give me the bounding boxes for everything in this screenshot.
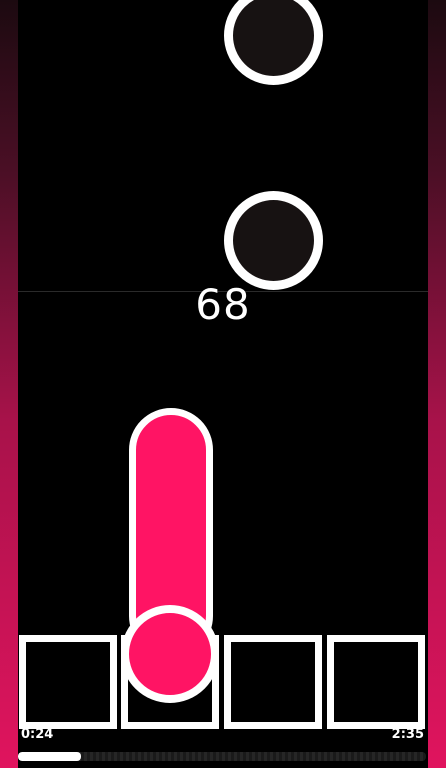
lane-tile-4[interactable] bbox=[327, 635, 425, 729]
tap-note bbox=[224, 191, 323, 290]
right-edge-glow bbox=[428, 0, 446, 768]
score-counter: 68 bbox=[195, 280, 251, 329]
tap-note bbox=[224, 0, 323, 85]
left-edge-glow bbox=[0, 0, 18, 768]
song-progress-fill bbox=[18, 752, 82, 761]
lane-tile-1[interactable] bbox=[19, 635, 117, 729]
song-progress-bar bbox=[18, 752, 426, 761]
hold-note-head[interactable] bbox=[121, 605, 219, 703]
game-screen: 68 0:24 2:35 bbox=[0, 0, 446, 768]
current-time: 0:24 bbox=[21, 727, 54, 742]
total-time: 2:35 bbox=[391, 727, 424, 742]
lane-tile-3[interactable] bbox=[224, 635, 322, 729]
